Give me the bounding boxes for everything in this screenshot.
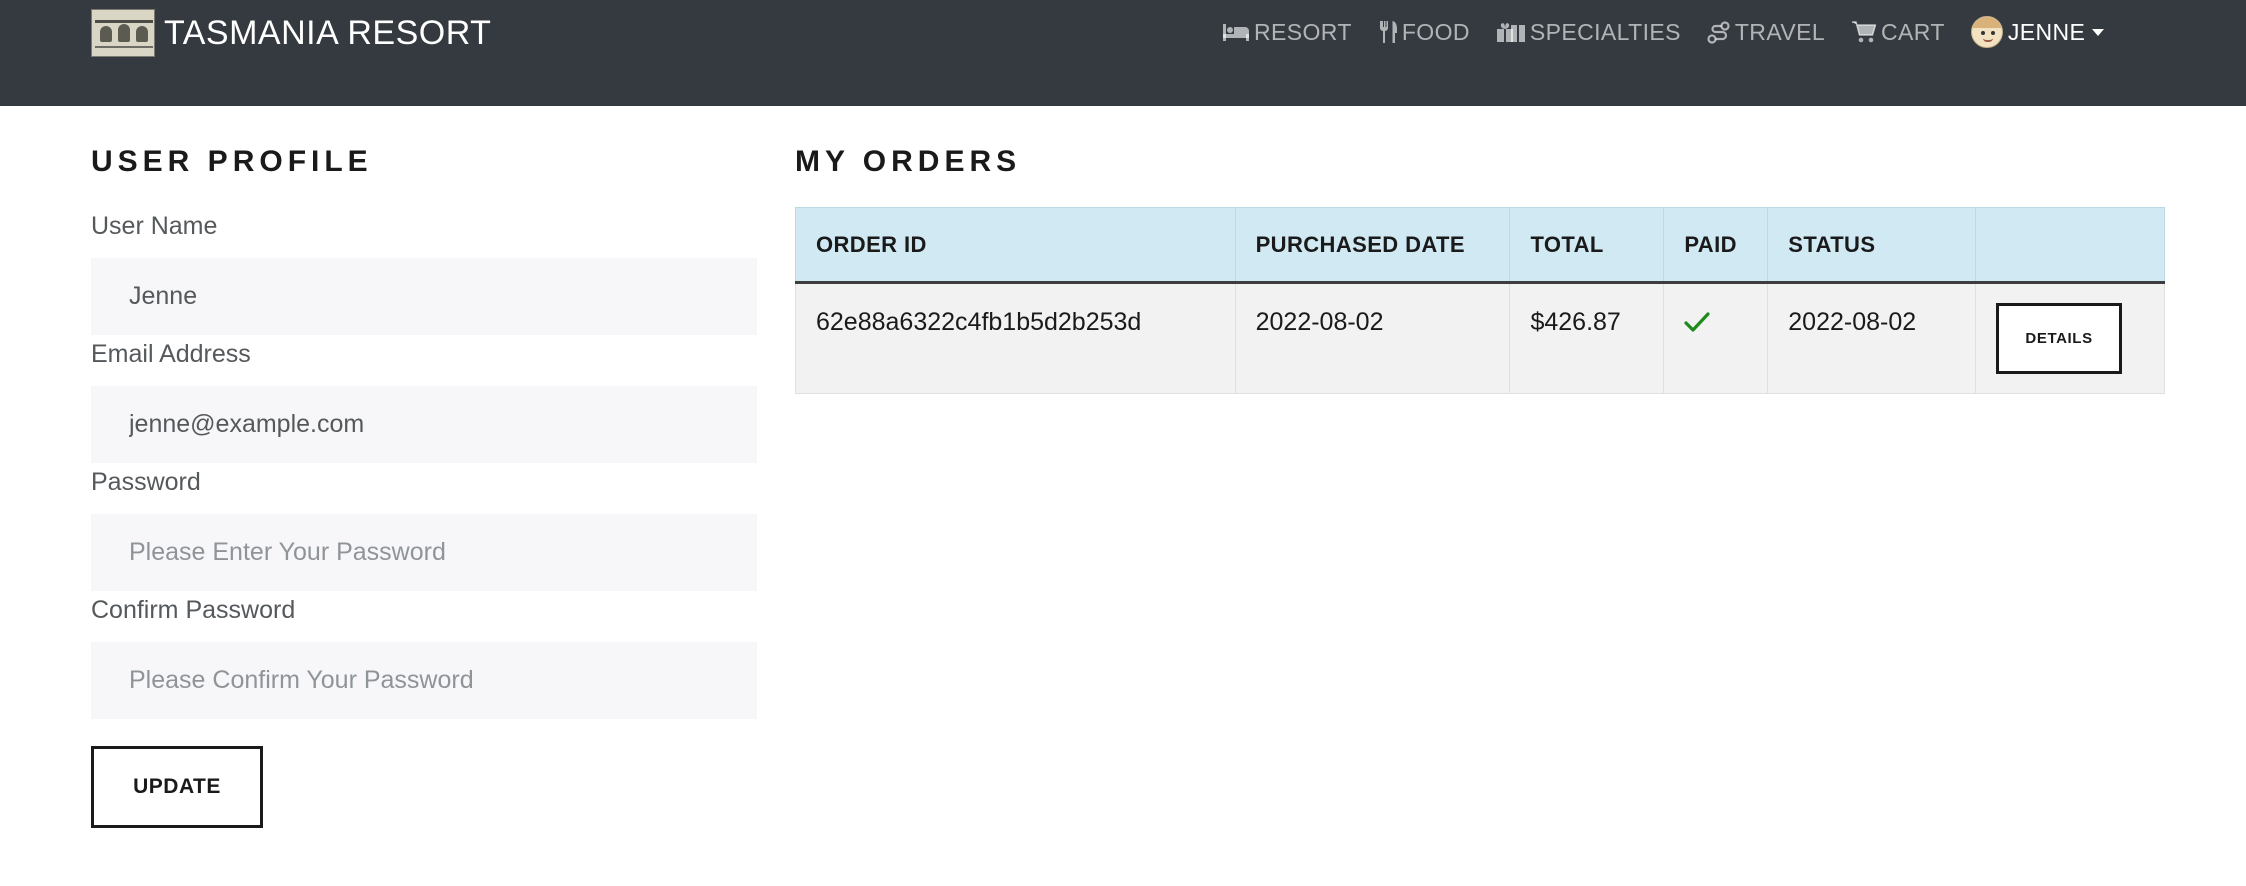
- nav-label: RESORT: [1254, 18, 1352, 45]
- bed-icon: [1222, 22, 1250, 42]
- brand-link[interactable]: TASMANIA RESORT: [91, 8, 491, 58]
- cart-icon: [1851, 20, 1877, 44]
- email-input[interactable]: [91, 386, 757, 463]
- user-menu-toggle[interactable]: JENNE: [1970, 16, 2105, 48]
- nav-item-travel[interactable]: TRAVEL: [1707, 19, 1825, 46]
- nav-label: CART: [1881, 18, 1945, 45]
- utensils-icon: [1378, 20, 1398, 44]
- confirm-password-label: Confirm Password: [91, 596, 296, 624]
- email-label: Email Address: [91, 340, 251, 368]
- main-nav: RESORT FOOD SPECIALTIES TRAVEL CART JENN…: [1222, 14, 2105, 50]
- col-header-order-id: ORDER ID: [795, 207, 1236, 284]
- col-header-actions: [1975, 207, 2165, 284]
- brand-name: TASMANIA RESORT: [164, 13, 492, 52]
- table-row: 62e88a6322c4fb1b5d2b253d 2022-08-02 $426…: [795, 282, 2165, 394]
- nav-item-specialties[interactable]: SPECIALTIES: [1496, 19, 1681, 46]
- table-header-row: ORDER ID PURCHASED DATE TOTAL PAID STATU…: [795, 207, 2165, 284]
- nav-label: FOOD: [1401, 18, 1470, 45]
- caret-down-icon: [2092, 28, 2105, 36]
- col-header-total: TOTAL: [1509, 207, 1665, 284]
- password-input[interactable]: [91, 514, 757, 591]
- user-avatar: [1970, 16, 2003, 48]
- col-header-status: STATUS: [1767, 207, 1977, 284]
- resort-logo-image: [91, 9, 155, 57]
- nav-item-resort[interactable]: RESORT: [1222, 19, 1352, 46]
- confirm-password-input[interactable]: [91, 642, 757, 719]
- order-id-cell: 62e88a6322c4fb1b5d2b253d: [795, 282, 1236, 394]
- username-input[interactable]: [91, 258, 757, 335]
- nav-label: TRAVEL: [1734, 18, 1826, 45]
- purchased-date-cell: 2022-08-02: [1234, 282, 1511, 394]
- username-label: User Name: [91, 212, 218, 240]
- orders-title: MY ORDERS: [795, 145, 1022, 178]
- update-button[interactable]: UPDATE: [91, 746, 263, 828]
- profile-title: USER PROFILE: [91, 145, 373, 178]
- route-icon: [1707, 20, 1731, 44]
- nav-label: SPECIALTIES: [1529, 18, 1681, 45]
- paid-check-icon: [1684, 311, 1747, 333]
- gifts-icon: [1496, 21, 1526, 43]
- paid-cell: [1663, 282, 1769, 394]
- status-cell: 2022-08-02: [1767, 282, 1977, 394]
- actions-cell: DETAILS: [1975, 282, 2165, 394]
- details-button[interactable]: DETAILS: [1996, 303, 2123, 374]
- password-label: Password: [91, 468, 201, 496]
- navbar: TASMANIA RESORT RESORT FOOD SPECIALTIES …: [0, 0, 2246, 106]
- col-header-purchased-date: PURCHASED DATE: [1234, 207, 1511, 284]
- col-header-paid: PAID: [1663, 207, 1769, 284]
- user-name: JENNE: [2007, 18, 2086, 45]
- nav-item-food[interactable]: FOOD: [1378, 19, 1470, 46]
- nav-item-cart[interactable]: CART: [1851, 19, 1945, 46]
- orders-table: ORDER ID PURCHASED DATE TOTAL PAID STATU…: [795, 207, 2165, 394]
- total-cell: $426.87: [1509, 282, 1665, 394]
